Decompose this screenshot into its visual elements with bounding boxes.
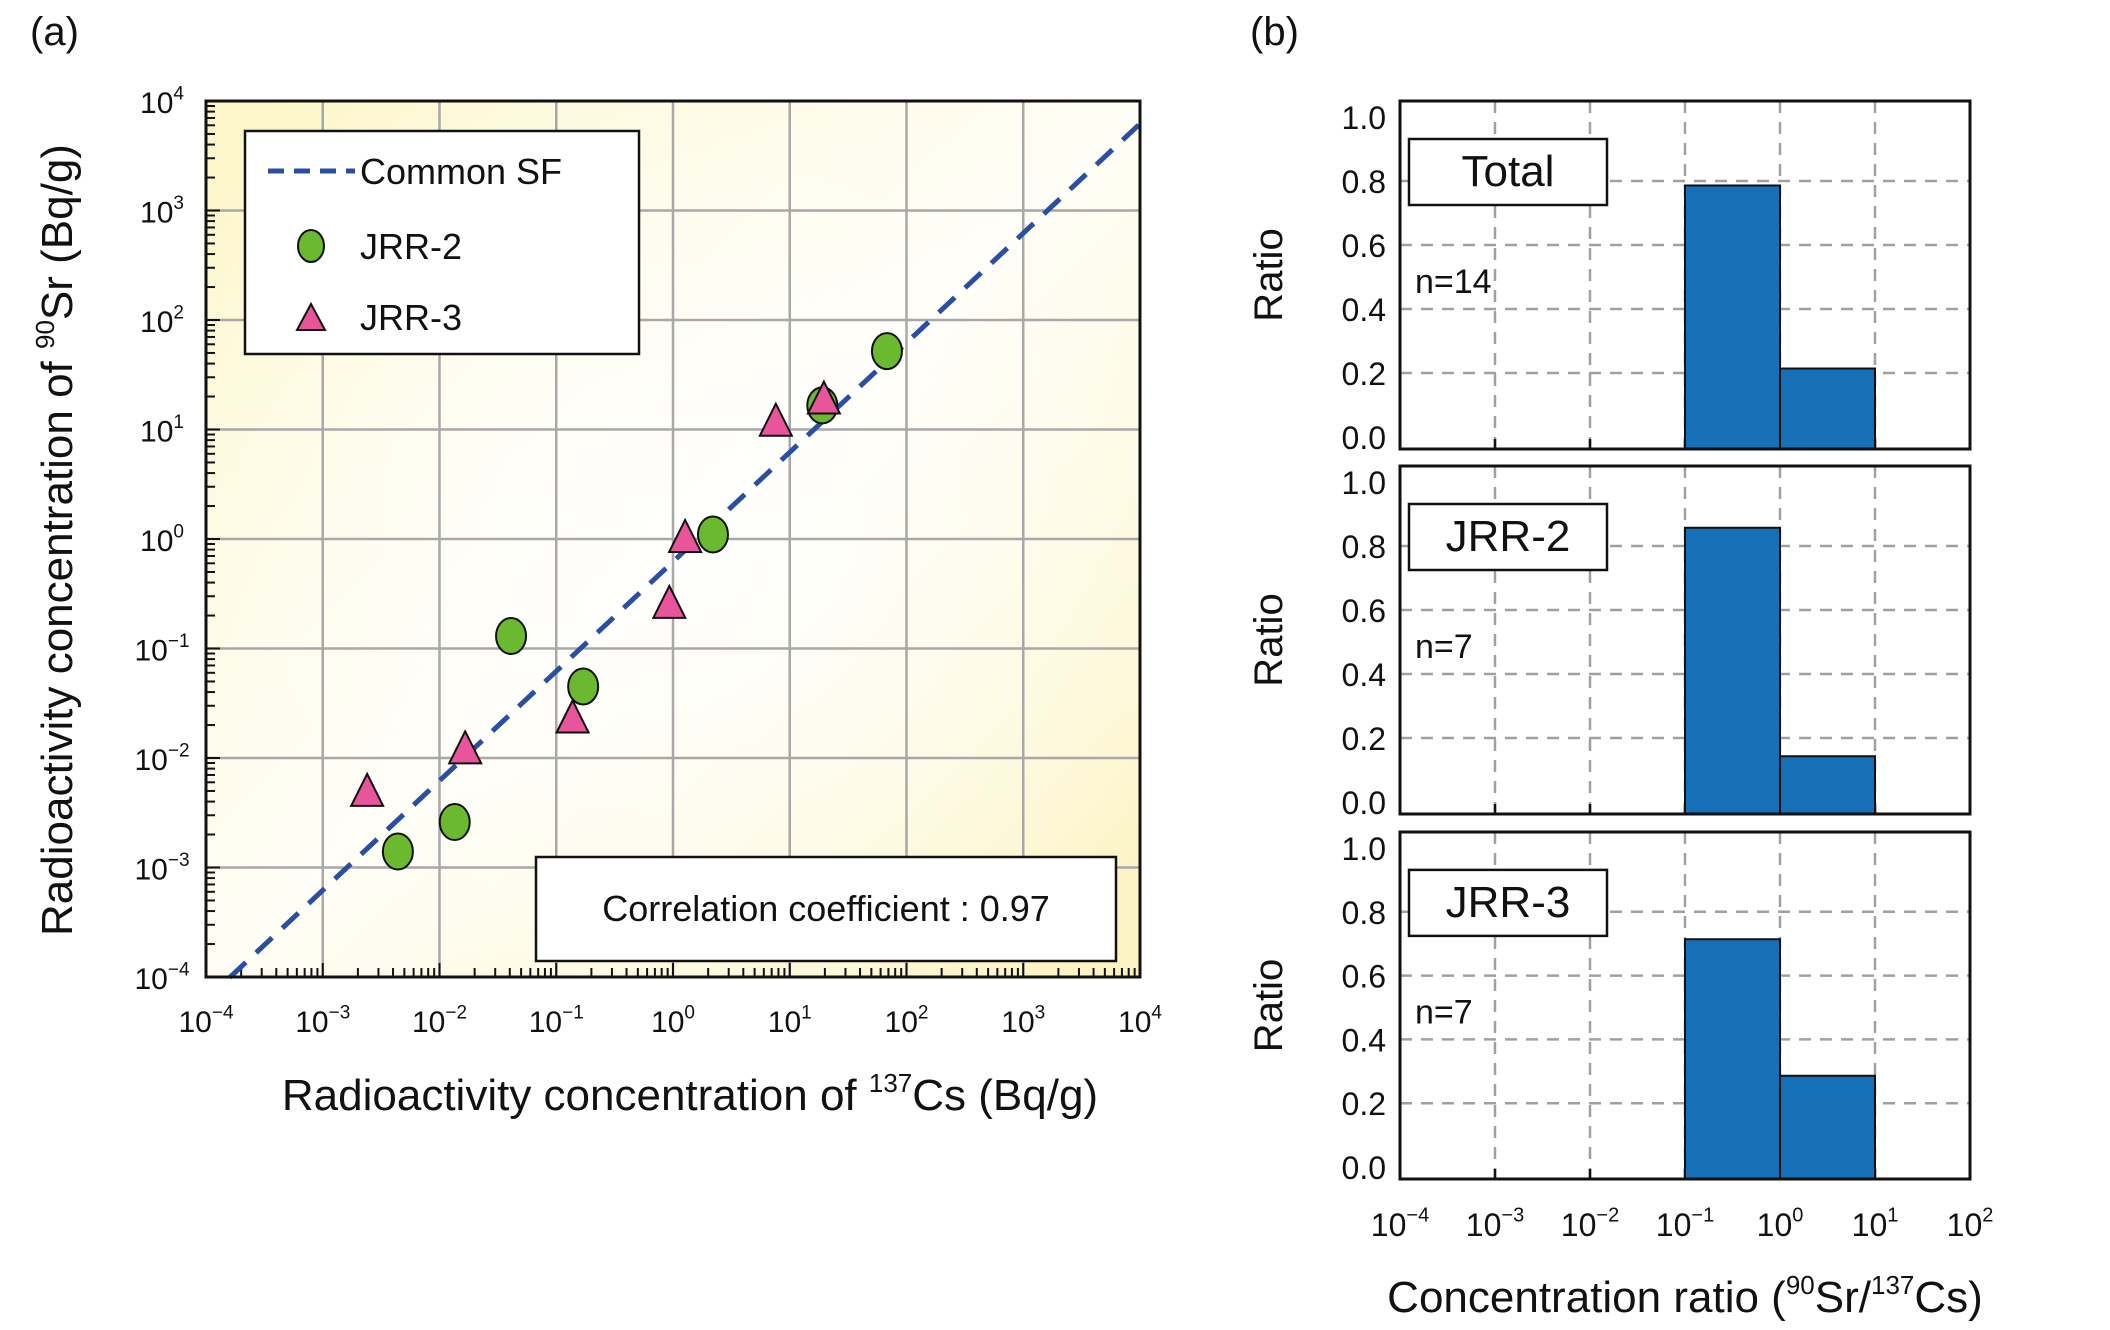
histogram-x-axis-label: Concentration ratio (90Sr/137Cs) xyxy=(1387,1270,1983,1322)
y-tick-label: 1.0 xyxy=(1342,465,1386,501)
y-tick-label: 10−2 xyxy=(134,741,189,778)
x-tick-label: 10−2 xyxy=(412,1003,467,1040)
sample-count-label: n=7 xyxy=(1415,993,1473,1031)
y-tick-label: 0.6 xyxy=(1342,228,1386,264)
histogram-bar xyxy=(1779,367,1876,450)
x-tick-label: 102 xyxy=(1947,1205,1994,1243)
y-tick-label: 10−1 xyxy=(134,631,189,668)
histogram-bar xyxy=(1779,1074,1876,1180)
x-tick-label: 104 xyxy=(1118,1003,1162,1040)
y-tick-label: 0.0 xyxy=(1342,785,1386,821)
y-tick-label: 103 xyxy=(140,193,184,230)
histogram-subplot-total: 0.0 0.2 0.4 0.6 0.8 1.0 Total n=14 Ratio xyxy=(1247,99,1972,456)
histogram-bar xyxy=(1779,755,1876,815)
y-tick-label: 0.2 xyxy=(1342,1086,1386,1122)
legend-label-common-sf: Common SF xyxy=(360,151,562,192)
y-axis-label: Ratio xyxy=(1247,593,1291,686)
sample-count-label: n=14 xyxy=(1415,263,1492,301)
x-tick-label: 101 xyxy=(1852,1205,1899,1243)
x-tick-label: 100 xyxy=(1757,1205,1804,1243)
histogram-subplot-jrr-3: 0.0 0.2 0.4 0.6 0.8 1.0 JRR-3 n=7 Ratio xyxy=(1247,830,1972,1186)
y-tick-label: 10−3 xyxy=(134,850,189,887)
subplot-title: Total xyxy=(1462,147,1555,196)
y-tick-label: 0.2 xyxy=(1342,356,1386,392)
x-tick-label: 10−1 xyxy=(529,1003,584,1040)
x-tick-label: 101 xyxy=(768,1003,812,1040)
y-tick-label: 102 xyxy=(140,303,184,340)
x-tick-label: 10−2 xyxy=(1561,1205,1619,1243)
y-tick-label: 0.0 xyxy=(1342,1150,1386,1186)
y-tick-label: 0.4 xyxy=(1342,292,1386,328)
scatter-x-axis-label: Radioactivity concentration of 137Cs (Bq… xyxy=(282,1068,1098,1120)
x-tick-label: 10−3 xyxy=(295,1003,350,1040)
x-tick-label: 102 xyxy=(885,1003,929,1040)
y-tick-label: 100 xyxy=(140,522,184,559)
legend-label-jrr2: JRR-2 xyxy=(360,226,462,267)
correlation-text: Correlation coefficient : 0.97 xyxy=(602,888,1050,929)
panel-label-b: (b) xyxy=(1250,10,1299,54)
data-point-jrr2 xyxy=(870,332,903,371)
y-tick-label: 1.0 xyxy=(1342,831,1386,867)
histogram-subplot-jrr-2: 0.0 0.2 0.4 0.6 0.8 1.0 JRR-2 n=7 Ratio xyxy=(1247,464,1972,821)
histogram-panel: 0.00.20.40.60.81.0Totaln=14Ratio0.00.20.… xyxy=(1247,99,1994,1243)
data-point-jrr2 xyxy=(438,803,471,842)
y-tick-label: 0.0 xyxy=(1342,420,1386,456)
legend: Common SF JRR-2 JRR-3 xyxy=(243,129,641,356)
y-tick-label: 0.6 xyxy=(1342,959,1386,995)
figure: (a) (b) 10−4 10−3 10−2 10−1 100 101 102 103 104 … xyxy=(30,10,1994,1322)
subplot-title: JRR-2 xyxy=(1446,512,1571,561)
y-tick-label: 0.4 xyxy=(1342,1022,1386,1058)
legend-circle-marker-icon xyxy=(297,229,325,263)
y-tick-label: 10−4 xyxy=(134,960,189,997)
data-point-jrr2 xyxy=(495,617,528,656)
y-tick-label: 0.2 xyxy=(1342,721,1386,757)
y-tick-label: 0.8 xyxy=(1342,164,1386,200)
y-tick-label: 104 xyxy=(140,84,184,121)
data-point-jrr2 xyxy=(696,515,729,554)
x-tick-label: 10−4 xyxy=(1371,1205,1429,1243)
scatter-y-axis-label: Radioactivity concentration of 90Sr (Bq/… xyxy=(30,144,82,936)
y-tick-label: 0.8 xyxy=(1342,529,1386,565)
histogram-bar xyxy=(1684,526,1781,815)
y-axis-label: Ratio xyxy=(1247,228,1291,321)
subplot-title: JRR-3 xyxy=(1446,878,1571,927)
x-tick-label: 10−1 xyxy=(1656,1205,1714,1243)
legend-label-jrr3: JRR-3 xyxy=(360,297,462,338)
data-point-jrr2 xyxy=(381,832,414,871)
panel-label-a: (a) xyxy=(30,10,79,54)
histogram-bar xyxy=(1684,184,1781,450)
y-tick-label: 0.4 xyxy=(1342,657,1386,693)
y-axis-label: Ratio xyxy=(1247,959,1291,1052)
x-tick-label: 10−3 xyxy=(1466,1205,1524,1243)
y-tick-label: 1.0 xyxy=(1342,100,1386,136)
y-tick-label: 101 xyxy=(140,412,184,449)
histogram-bar xyxy=(1684,938,1781,1181)
x-tick-label: 100 xyxy=(651,1003,695,1040)
correlation-annotation: Correlation coefficient : 0.97 xyxy=(534,855,1118,963)
scatter-plot: 10−4 10−3 10−2 10−1 100 101 102 103 104 10−4 10−3… xyxy=(30,84,1162,1121)
x-tick-label: 103 xyxy=(1001,1003,1045,1040)
x-tick-label: 10−4 xyxy=(178,1003,233,1040)
sample-count-label: n=7 xyxy=(1415,628,1473,666)
y-tick-label: 0.8 xyxy=(1342,895,1386,931)
y-tick-label: 0.6 xyxy=(1342,593,1386,629)
